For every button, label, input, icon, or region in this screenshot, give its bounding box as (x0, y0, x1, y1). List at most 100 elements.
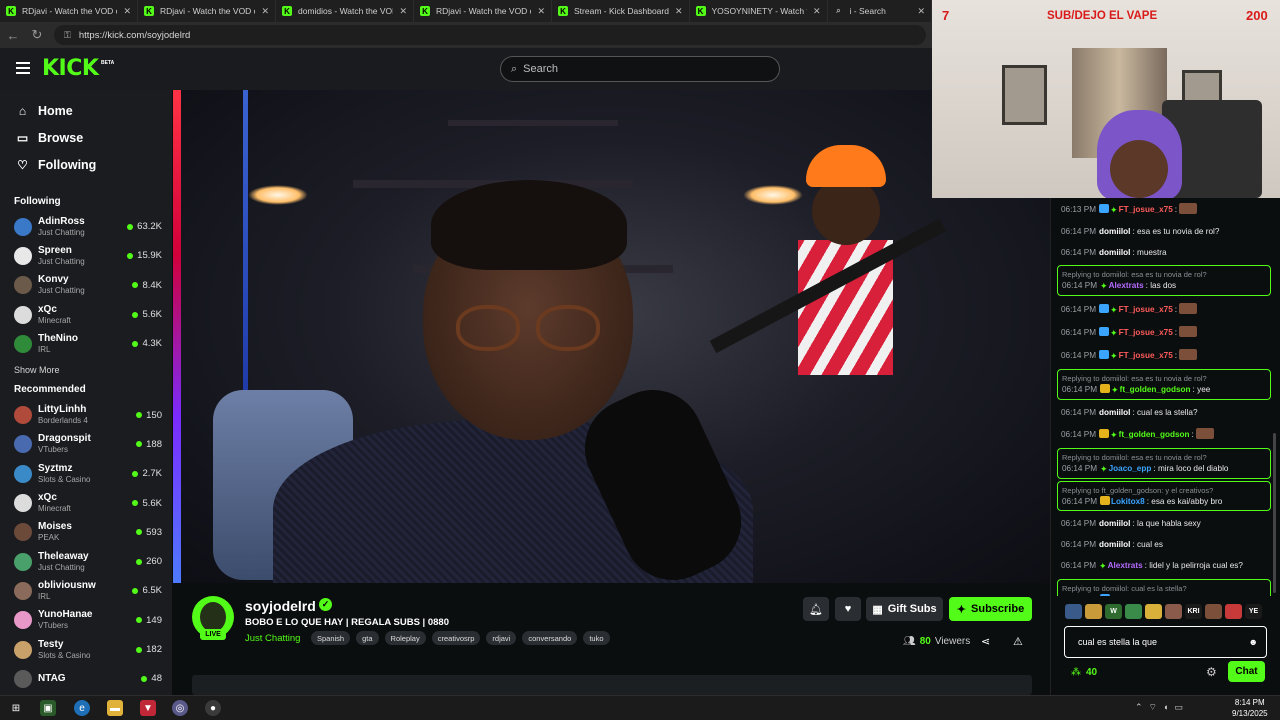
close-icon[interactable]: ✕ (261, 6, 269, 17)
chat-username[interactable]: ft_golden_godson (1119, 430, 1190, 439)
chat-scrollbar[interactable] (1273, 433, 1276, 593)
stream-tag[interactable]: gta (356, 631, 379, 645)
sidebar-channel[interactable]: xQc Minecraft 5.6K (0, 300, 172, 329)
sidebar-channel[interactable]: Syztmz Slots & Casino 2.7K (0, 459, 172, 488)
sidebar-channel[interactable]: YunoHanae VTubers 149 (0, 606, 172, 635)
chat-username[interactable]: domiilol (1099, 227, 1130, 236)
browser-tab[interactable]: Kdomidios - Watch the VOD ✕ (276, 0, 414, 22)
show-more-link[interactable]: Show More (0, 358, 172, 382)
edge-icon[interactable]: e (74, 700, 90, 716)
browser-tab[interactable]: K YOSOYNINETY - Watch the ✕ (690, 0, 828, 22)
sidebar-nav-following[interactable]: ♡ Following (0, 151, 172, 178)
search-input[interactable]: ⌕ Search (500, 56, 780, 82)
chat-username[interactable]: domiilol (1099, 519, 1130, 528)
emote-icon[interactable]: KRI (1185, 604, 1202, 619)
chat-username[interactable]: domiilol (1099, 408, 1130, 417)
chat-username[interactable]: ft_golden_godson (1120, 385, 1191, 394)
chat-username[interactable]: domiilol (1099, 248, 1130, 257)
browser-tab[interactable]: K RDjavi - Watch the VOD on ✕ (0, 0, 138, 22)
close-icon[interactable]: ✕ (537, 6, 545, 17)
sidebar-channel[interactable]: Spreen Just Chatting 15.9K (0, 241, 172, 270)
app-icon[interactable]: ▣ (40, 700, 56, 716)
url-field[interactable]: ⚿ https://kick.com/soyjodelrd (54, 25, 926, 45)
wifi-icon[interactable]: ⌔ (1149, 702, 1157, 713)
stream-tag[interactable]: tuko (583, 631, 610, 645)
sidebar-channel[interactable]: Dragonspit VTubers 188 (0, 430, 172, 459)
sidebar-nav-home[interactable]: ⌂ Home (0, 97, 172, 124)
sidebar-channel[interactable]: obliviousnw IRL 6.5K (0, 576, 172, 605)
subscribe-button[interactable]: ✦ Subscribe (949, 597, 1032, 621)
chat-username[interactable]: FT_josue_x75 (1119, 305, 1173, 314)
stream-tag[interactable]: rdjavi (486, 631, 517, 645)
speaker-icon[interactable]: ◖ (1163, 702, 1168, 713)
sidebar-channel[interactable]: Konvy Just Chatting 8.4K (0, 271, 172, 300)
close-icon[interactable]: ✕ (399, 6, 407, 17)
app-icon[interactable]: ◎ (172, 700, 188, 716)
chat-username[interactable]: FT_josue_x75 (1120, 595, 1174, 596)
chat-input[interactable]: cual es stella la que ☻ (1064, 626, 1267, 658)
stream-tag[interactable]: conversando (522, 631, 578, 645)
sidebar-channel[interactable]: Testy Slots & Casino 182 (0, 635, 172, 664)
emote-icon[interactable] (1065, 604, 1082, 619)
stream-category[interactable]: Just Chatting (245, 633, 300, 644)
browser-tab[interactable]: K Stream - Kick Dashboard ✕ (552, 0, 690, 22)
send-chat-button[interactable]: Chat (1228, 661, 1265, 682)
chat-message: 06:14 PM ✦Alextrats: lidel y la pelirroja… (1057, 555, 1271, 577)
close-icon[interactable]: ✕ (917, 6, 925, 17)
sidebar-channel[interactable]: TheNino IRL 4.3K (0, 329, 172, 358)
browser-tab[interactable]: ⌕ i - Search ✕ (828, 0, 932, 22)
sidebar-channel[interactable]: NTAG 48 (0, 664, 172, 693)
chat-username[interactable]: FT_josue_x75 (1119, 328, 1173, 337)
folder-icon[interactable]: ▬ (107, 700, 123, 716)
emote-icon[interactable] (1085, 604, 1102, 619)
emote-icon[interactable]: W (1105, 604, 1122, 619)
back-icon[interactable]: ← (6, 28, 20, 43)
browser-tab[interactable]: K RDjavi - Watch the VOD on ✕ (138, 0, 276, 22)
emote-icon[interactable] (1165, 604, 1182, 619)
chat-username[interactable]: Alextrats (1109, 281, 1144, 290)
chevron-up-icon[interactable]: ⌃ (1135, 702, 1143, 713)
obs-icon[interactable]: ● (205, 700, 221, 716)
emote-icon[interactable] (1145, 604, 1162, 619)
chat-username[interactable]: Lokitox8 (1111, 497, 1145, 506)
sidebar-nav-browse[interactable]: ▭ Browse (0, 124, 172, 151)
emote-icon[interactable]: YE (1245, 604, 1262, 619)
menu-icon[interactable] (16, 62, 30, 74)
close-icon[interactable]: ✕ (813, 6, 821, 17)
clock[interactable]: 8:14 PM 9/13/2025 (1232, 697, 1268, 719)
sidebar-channel[interactable]: xQc Minecraft 5.6K (0, 488, 172, 517)
gear-icon[interactable]: ⚙ (1206, 665, 1217, 679)
app-icon[interactable]: ▼ (140, 700, 156, 716)
windows-start-icon[interactable]: ⊞ (8, 700, 24, 716)
chat-username[interactable]: domiilol (1099, 540, 1130, 549)
follow-heart-button[interactable]: ♥ (835, 597, 861, 621)
sidebar-channel[interactable]: Moises PEAK 593 (0, 518, 172, 547)
channel-points[interactable]: ⁂ 40 (1071, 667, 1097, 678)
stream-tag[interactable]: Spanish (311, 631, 351, 645)
chat-username[interactable]: FT_josue_x75 (1119, 351, 1173, 360)
chat-username[interactable]: FT_josue_x75 (1119, 205, 1173, 214)
sidebar-channel[interactable]: LittyLinhh Borderlands 4 150 (0, 400, 172, 429)
chat-username[interactable]: Alextrats (1108, 561, 1143, 570)
kick-logo[interactable]: KICK (42, 56, 99, 81)
reload-icon[interactable]: ↻ (30, 27, 44, 43)
stream-tag[interactable]: creativosrp (431, 631, 481, 645)
stream-tag[interactable]: Roleplay (384, 631, 426, 645)
emoji-icon[interactable]: ☻ (1249, 637, 1258, 647)
chat-username[interactable]: Joaco_epp (1109, 464, 1152, 473)
close-icon[interactable]: ✕ (675, 6, 683, 17)
video-player[interactable] (173, 90, 1050, 583)
channel-name[interactable]: soyjodelrd (245, 598, 316, 614)
sidebar-channel[interactable]: AdinRoss Just Chatting 63.2K (0, 212, 172, 241)
emote-icon[interactable] (1225, 604, 1242, 619)
share-icon[interactable]: ⋖ (981, 635, 990, 648)
battery-icon[interactable]: ▭ (1174, 702, 1183, 713)
sidebar-channel[interactable]: Theleaway Just Chatting 260 (0, 547, 172, 576)
emote-icon[interactable] (1125, 604, 1142, 619)
emote-icon[interactable] (1205, 604, 1222, 619)
notification-bell-button[interactable]: 🔔︎ (803, 597, 829, 621)
report-icon[interactable]: ⚠ (1013, 635, 1023, 648)
browser-tab[interactable]: K RDjavi - Watch the VOD on ✕ (414, 0, 552, 22)
close-icon[interactable]: ✕ (123, 6, 131, 17)
gift-subs-button[interactable]: ▦ Gift Subs (866, 597, 943, 621)
